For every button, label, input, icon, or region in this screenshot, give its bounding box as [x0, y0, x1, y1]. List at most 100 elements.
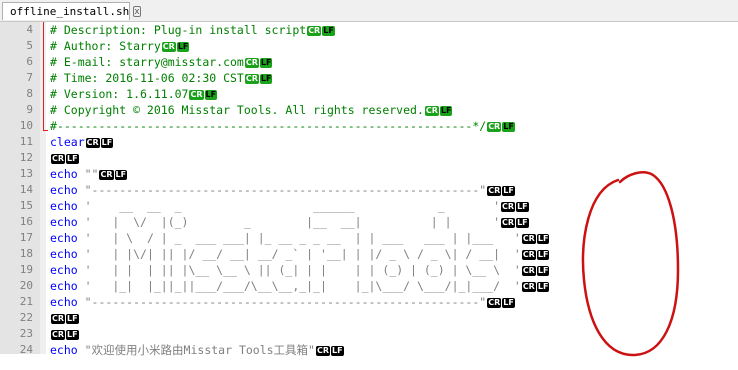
- eol-lf-marker: LF: [516, 202, 529, 212]
- code-line[interactable]: 4 # Description: Plug-in install script CR…: [0, 22, 738, 38]
- code-line[interactable]: 18 echo ' | |\/| || |/ __/ __| __/ _` | '…: [0, 246, 738, 262]
- code-line[interactable]: 19 echo ' | | | || |\__ \__ \ || (_| | | …: [0, 262, 738, 278]
- code-text: echo "欢迎使用小米路由Misstar Tools工具箱" CR LF: [50, 342, 344, 358]
- code-line[interactable]: 17 echo ' | \ / | _ ___ ___| |_ __ _ _ __…: [0, 230, 738, 246]
- line-number: 16: [19, 215, 33, 228]
- line-number: 20: [19, 279, 33, 292]
- line-number: 5: [26, 39, 33, 52]
- string-token: ' |_| |_||_||___/___/\__\__,_|_| |_|\___…: [77, 279, 521, 293]
- code-editor[interactable]: 4 # Description: Plug-in install script CR…: [0, 22, 738, 357]
- line-number: 8: [26, 87, 33, 100]
- eol-lf-marker: LF: [536, 282, 550, 292]
- code-line[interactable]: 15 echo ' __ __ _ ______ _ ' CR LF: [0, 198, 738, 214]
- eol-cr-marker: CR: [51, 154, 66, 164]
- eol-lf-marker: LF: [114, 170, 128, 180]
- code-text: echo ' | \/ |(_) _ |__ __| | | ' CR LF: [50, 214, 529, 230]
- line-number: 6: [26, 55, 33, 68]
- line-number: 18: [19, 247, 33, 260]
- eol-cr-marker: CR: [161, 42, 176, 52]
- code-text: # Author: Starry CR LF: [50, 38, 190, 54]
- eol-cr-marker: CR: [501, 218, 516, 228]
- code-line[interactable]: 21 echo "--------------------------------…: [0, 294, 738, 310]
- eol-cr-marker: CR: [51, 314, 66, 324]
- keyword-token: echo: [50, 215, 78, 229]
- eol-cr-marker: CR: [244, 74, 259, 84]
- string-token: "": [77, 167, 99, 181]
- keyword-token: echo: [50, 231, 78, 245]
- eol-lf-marker: LF: [66, 314, 79, 324]
- comment-token: # E-mail: starry@misstar.com: [50, 55, 244, 69]
- string-token: ' | |\/| || |/ __/ __| __/ _` | '__| | |…: [77, 247, 521, 261]
- line-number: 13: [19, 167, 33, 180]
- code-text: echo ' |_| |_||_||___/___/\__\__,_|_| |_…: [50, 278, 550, 294]
- comment-token: # Time: 2016-11-06 02:30 CST: [50, 71, 244, 85]
- comment-token: # Author: Starry: [50, 39, 161, 53]
- eol-lf-marker: LF: [502, 186, 515, 196]
- code-line[interactable]: 11 clear CR LF: [0, 134, 738, 150]
- eol-cr-marker: CR: [487, 122, 502, 132]
- eol-lf-marker: LF: [536, 266, 550, 276]
- line-number: 11: [19, 135, 33, 148]
- code-text: clear CR LF: [50, 134, 114, 150]
- eol-cr-marker: CR: [521, 234, 536, 244]
- code-line[interactable]: 24 echo "欢迎使用小米路由Misstar Tools工具箱" CR LF: [0, 342, 738, 358]
- keyword-token: echo: [50, 247, 78, 261]
- code-line[interactable]: 14 echo "--------------------------------…: [0, 182, 738, 198]
- eol-lf-marker: LF: [536, 250, 550, 260]
- eol-cr-marker: CR: [487, 186, 502, 196]
- line-number: 12: [19, 151, 33, 164]
- comment-token: # Version: 1.6.11.07: [50, 87, 189, 101]
- eol-cr-marker: CR: [99, 170, 114, 180]
- code-text: #---------------------------------------…: [50, 118, 515, 134]
- line-number: 14: [19, 183, 33, 196]
- eol-cr-marker: CR: [424, 106, 439, 116]
- eol-cr-marker: CR: [85, 138, 100, 148]
- eol-lf-marker: LF: [259, 58, 273, 68]
- tab-bar: offline_install.sh x: [0, 0, 738, 22]
- line-number: 15: [19, 199, 33, 212]
- keyword-token: echo: [50, 263, 78, 277]
- eol-lf-marker: LF: [536, 234, 550, 244]
- code-line[interactable]: 7 # Time: 2016-11-06 02:30 CST CR LF: [0, 70, 738, 86]
- code-line[interactable]: 9 # Copyright © 2016 Misstar Tools. All r…: [0, 102, 738, 118]
- code-text: CR LF: [50, 310, 79, 326]
- code-line[interactable]: 22 CR LF: [0, 310, 738, 326]
- eol-lf-marker: LF: [502, 298, 515, 308]
- eol-lf-marker: LF: [331, 346, 344, 356]
- code-text: echo "----------------------------------…: [50, 182, 515, 198]
- code-text: # Time: 2016-11-06 02:30 CST CR LF: [50, 70, 273, 86]
- close-icon[interactable]: x: [133, 6, 141, 17]
- tab-offline-install[interactable]: offline_install.sh x: [2, 2, 141, 20]
- code-line[interactable]: 8 # Version: 1.6.11.07 CR LF: [0, 86, 738, 102]
- keyword-token: echo: [50, 279, 78, 293]
- eol-lf-marker: LF: [204, 90, 218, 100]
- code-line[interactable]: 10 #-------------------------------------…: [0, 118, 738, 134]
- line-number: 17: [19, 231, 33, 244]
- string-token: "---------------------------------------…: [77, 183, 487, 197]
- code-text: # Description: Plug-in install script CR L…: [50, 22, 335, 38]
- eol-cr-marker: CR: [487, 298, 502, 308]
- string-token: ' | \/ |(_) _ |__ __| | | ': [77, 215, 501, 229]
- tab-label: offline_install.sh: [10, 5, 130, 18]
- line-number: 19: [19, 263, 33, 276]
- code-text: echo "----------------------------------…: [50, 294, 515, 310]
- keyword-token: echo: [50, 199, 78, 213]
- line-number: 23: [19, 327, 33, 340]
- keyword-token: echo: [50, 167, 78, 181]
- code-text: CR LF: [50, 150, 79, 166]
- line-number: 22: [19, 311, 33, 324]
- code-line[interactable]: 23 CR LF: [0, 326, 738, 342]
- code-line[interactable]: 5 # Author: Starry CR LF: [0, 38, 738, 54]
- code-line[interactable]: 13 echo "" CR LF: [0, 166, 738, 182]
- code-line[interactable]: 20 echo ' |_| |_||_||___/___/\__\__,_|_| …: [0, 278, 738, 294]
- eol-lf-marker: LF: [66, 330, 79, 340]
- eol-cr-marker: CR: [189, 90, 204, 100]
- code-text: echo "" CR LF: [50, 166, 128, 182]
- code-line[interactable]: 6 # E-mail: starry@misstar.com CR LF: [0, 54, 738, 70]
- string-token: "欢迎使用小米路由Misstar Tools工具箱": [77, 343, 315, 357]
- eol-lf-marker: LF: [66, 154, 79, 164]
- code-line[interactable]: 12 CR LF: [0, 150, 738, 166]
- code-text: CR LF: [50, 326, 79, 342]
- eol-cr-marker: CR: [315, 346, 331, 356]
- code-line[interactable]: 16 echo ' | \/ |(_) _ |__ __| | | ' CR LF: [0, 214, 738, 230]
